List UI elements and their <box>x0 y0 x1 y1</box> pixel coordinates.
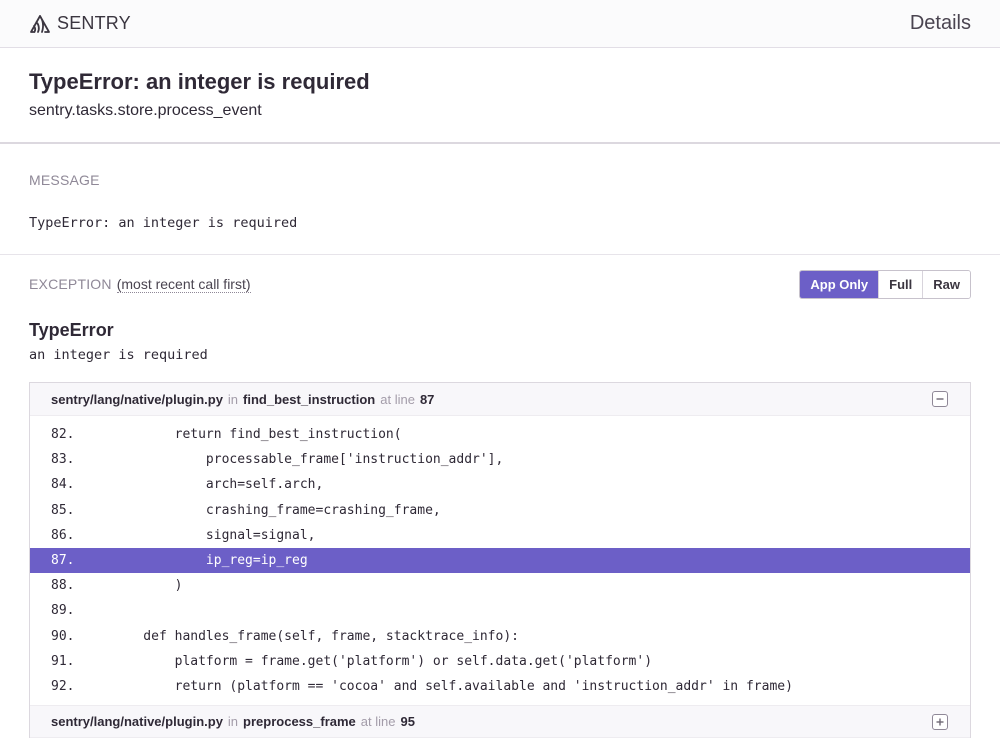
frame-at-line-label: at line <box>380 391 415 407</box>
line-number: 88. <box>51 578 75 594</box>
code-source: signal=signal, <box>112 527 316 543</box>
message-section: MESSAGE TypeError: an integer is require… <box>0 145 1000 255</box>
code-line: 86. signal=signal, <box>30 523 970 548</box>
line-number: 91. <box>51 653 75 669</box>
frame-in-label: in <box>227 391 239 407</box>
full-button[interactable]: Full <box>878 271 923 298</box>
stacktrace-view-toggle: App Only Full Raw <box>799 270 971 299</box>
frame-header[interactable]: sentry/lang/native/plugin.py in preproce… <box>30 705 970 739</box>
exception-section: EXCEPTION (most recent call first) App O… <box>0 256 1000 745</box>
line-number: 86. <box>51 527 75 543</box>
code-line: 85. crashing_frame=crashing_frame, <box>30 498 970 523</box>
raw-button[interactable]: Raw <box>922 271 970 298</box>
line-number: 89. <box>51 603 75 619</box>
plus-icon <box>936 718 944 726</box>
code-line: 89. <box>30 598 970 623</box>
exception-label: EXCEPTION <box>29 276 112 292</box>
frame-function: preprocess_frame <box>243 714 356 730</box>
frame-filename: sentry/lang/native/plugin.py <box>51 391 223 407</box>
frame-in-label: in <box>227 714 239 730</box>
frame-header[interactable]: sentry/lang/native/plugin.py in find_bes… <box>30 383 970 416</box>
line-number: 83. <box>51 452 75 468</box>
code-source: ) <box>112 578 183 594</box>
code-source: processable_frame['instruction_addr'], <box>112 452 504 468</box>
frame-line-number: 95 <box>400 714 415 730</box>
frame-context: 82. return find_best_instruction(83. pro… <box>30 416 970 706</box>
event-header: TypeError: an integer is required sentry… <box>0 48 1000 144</box>
collapse-frame-button[interactable] <box>932 391 948 407</box>
code-line-active: 87. ip_reg=ip_reg <box>30 547 970 574</box>
code-line: 90. def handles_frame(self, frame, stack… <box>30 624 970 649</box>
app-only-button[interactable]: App Only <box>800 271 879 298</box>
line-number: 92. <box>51 678 75 694</box>
code-source: return (platform == 'cocoa' and self.ava… <box>112 678 793 694</box>
message-text: TypeError: an integer is required <box>29 215 298 231</box>
code-line: 91. platform = frame.get('platform') or … <box>30 649 970 674</box>
sentry-logo[interactable]: SENTRY <box>29 13 131 34</box>
line-number: 90. <box>51 628 75 644</box>
stacktrace-frames: sentry/lang/native/plugin.py in find_bes… <box>29 382 971 739</box>
frame-line-number: 87 <box>419 391 435 407</box>
culprit: sentry.tasks.store.process_event <box>29 102 262 119</box>
code-line: 82. return find_best_instruction( <box>30 422 970 447</box>
line-number: 87. <box>51 553 75 569</box>
exception-header: EXCEPTION (most recent call first) <box>29 276 251 293</box>
exception-value: an integer is required <box>29 347 208 363</box>
brand-name: SENTRY <box>57 13 131 33</box>
frame-at-line-label: at line <box>360 714 396 730</box>
code-line: 83. processable_frame['instruction_addr'… <box>30 447 970 472</box>
code-source: ip_reg=ip_reg <box>112 553 308 569</box>
line-number: 84. <box>51 477 75 493</box>
exception-type: TypeError <box>29 320 114 340</box>
sentry-logo-icon <box>30 14 50 33</box>
page-heading: Details <box>909 12 971 34</box>
frame-filename: sentry/lang/native/plugin.py <box>51 714 223 730</box>
code-source: def handles_frame(self, frame, stacktrac… <box>112 628 519 644</box>
error-title: TypeError: an integer is required <box>29 69 370 94</box>
frame-function: find_best_instruction <box>243 391 376 407</box>
code-line: 92. return (platform == 'cocoa' and self… <box>30 674 970 699</box>
code-source: arch=self.arch, <box>112 477 324 493</box>
code-source: return find_best_instruction( <box>112 427 402 443</box>
minus-icon <box>936 398 944 400</box>
expand-frame-button[interactable] <box>932 714 948 731</box>
code-source: crashing_frame=crashing_frame, <box>112 502 441 518</box>
message-label: MESSAGE <box>29 172 100 188</box>
line-number: 85. <box>51 502 75 518</box>
most-recent-call-first-tooltip[interactable]: (most recent call first) <box>116 276 251 293</box>
top-bar: SENTRY Details <box>0 0 1000 48</box>
code-line: 84. arch=self.arch, <box>30 472 970 497</box>
code-line: 88. ) <box>30 573 970 598</box>
code-source: platform = frame.get('platform') or self… <box>112 653 653 669</box>
line-number: 82. <box>51 427 75 443</box>
